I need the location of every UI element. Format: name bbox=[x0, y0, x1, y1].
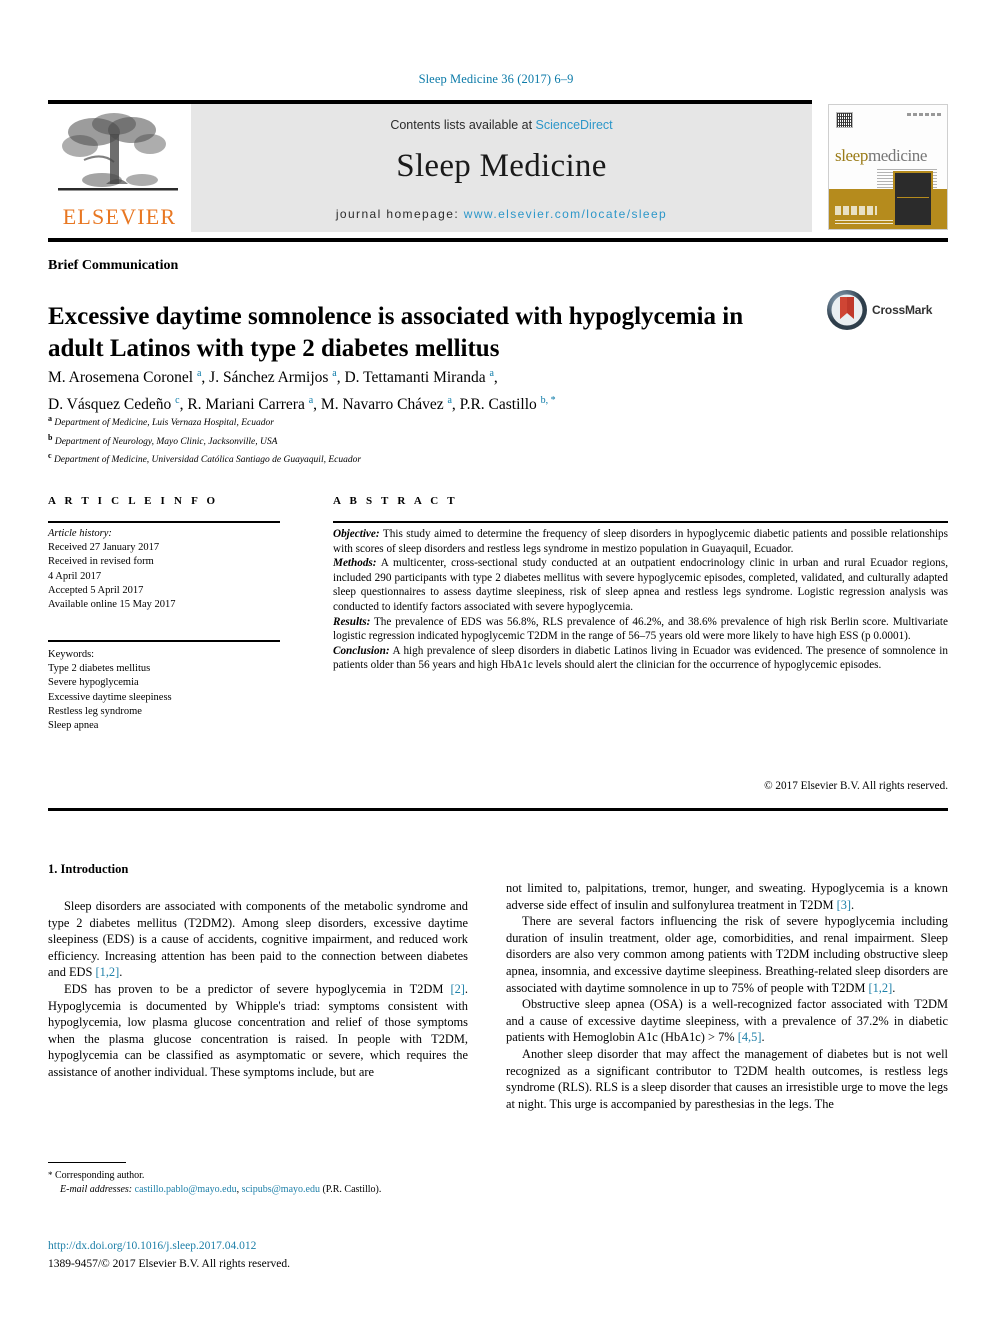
article-history: Article history: Received 27 January 201… bbox=[48, 527, 288, 612]
masthead-bottom-rule bbox=[48, 238, 948, 242]
author-list: M. Arosemena Coronel a, J. Sánchez Armij… bbox=[48, 368, 556, 414]
cover-title: sleepmedicine bbox=[835, 146, 927, 166]
cover-issue-text bbox=[907, 113, 941, 116]
abstract-bottom-rule bbox=[48, 808, 948, 811]
abstract-section: Objective: This study aimed to determine… bbox=[333, 528, 948, 555]
running-head: Sleep Medicine 36 (2017) 6–9 bbox=[418, 72, 574, 86]
article-info-heading: A R T I C L E I N F O bbox=[48, 495, 219, 507]
email-link-2[interactable]: scipubs@mayo.edu bbox=[242, 1184, 320, 1195]
body-paragraph: not limited to, palpitations, tremor, hu… bbox=[506, 881, 948, 912]
article-type-label: Brief Communication bbox=[48, 258, 179, 273]
journal-homepage-line: journal homepage: www.elsevier.com/locat… bbox=[336, 207, 667, 221]
affiliation-mark: b bbox=[48, 432, 53, 442]
body-paragraph: Another sleep disorder that may affect t… bbox=[506, 1046, 948, 1111]
elsevier-logo: ELSEVIER bbox=[48, 104, 191, 232]
keyword-item: Sleep apnea bbox=[48, 720, 99, 732]
corresponding-marker: * bbox=[48, 1170, 53, 1180]
body-column-right: not limited to, palpitations, tremor, hu… bbox=[506, 880, 948, 1112]
homepage-label: journal homepage: bbox=[335, 206, 464, 221]
journal-cover-thumbnail: sleepmedicine bbox=[828, 104, 948, 230]
article-history-item: 4 April 2017 bbox=[48, 570, 102, 582]
abstract-rule bbox=[333, 521, 948, 523]
contents-available-line: Contents lists available at ScienceDirec… bbox=[390, 118, 612, 132]
email-link-1[interactable]: castillo.pablo@mayo.edu bbox=[135, 1184, 237, 1195]
article-history-item: Received 27 January 2017 bbox=[48, 542, 160, 554]
abstract-section-label: Methods: bbox=[333, 557, 377, 570]
abstract-copyright: © 2017 Elsevier B.V. All rights reserved… bbox=[764, 780, 948, 792]
email-label: E-mail addresses: bbox=[60, 1184, 133, 1195]
affiliation-item: c Department of Medicine, Universidad Ca… bbox=[48, 451, 362, 466]
cover-society-logo bbox=[835, 206, 877, 215]
affiliation-item: a Department of Medicine, Luis Vernaza H… bbox=[48, 414, 274, 429]
cover-qr-icon bbox=[836, 112, 853, 128]
cover-title-part1: sleep bbox=[835, 146, 868, 165]
abstract-section-label: Results: bbox=[333, 615, 371, 628]
homepage-url-link[interactable]: www.elsevier.com/locate/sleep bbox=[464, 207, 667, 221]
journal-title: Sleep Medicine bbox=[396, 147, 607, 184]
body-paragraph: Obstructive sleep apnea (OSA) is a well-… bbox=[506, 997, 948, 1045]
crossmark-icon bbox=[827, 290, 867, 330]
elsevier-wordmark: ELSEVIER bbox=[62, 204, 177, 229]
journal-masthead: ELSEVIER Contents lists available at Sci… bbox=[48, 100, 812, 232]
affiliation-mark: c bbox=[48, 451, 52, 461]
abstract-heading: A B S T R A C T bbox=[333, 495, 458, 507]
contents-prefix: Contents lists available at bbox=[390, 117, 536, 132]
body-paragraph: Sleep disorders are associated with comp… bbox=[48, 899, 468, 980]
keywords-items: Type 2 diabetes mellitus Severe hypoglyce… bbox=[48, 662, 288, 733]
journal-homepage-panel: Contents lists available at ScienceDirec… bbox=[191, 104, 812, 232]
sciencedirect-link[interactable]: ScienceDirect bbox=[536, 118, 613, 132]
affiliation-item: b Department of Neurology, Mayo Clinic, … bbox=[48, 432, 278, 447]
page-title: Excessive daytime somnolence is associat… bbox=[48, 302, 744, 362]
article-history-item: Received in revised form bbox=[48, 556, 154, 568]
abstract-section: Results: The prevalence of EDS was 56.8%… bbox=[333, 615, 948, 643]
article-history-item: Available online 15 May 2017 bbox=[48, 599, 176, 611]
abstract-section: Methods: A multicenter, cross-sectional … bbox=[333, 557, 948, 613]
abstract-section: Conclusion: A high prevalence of sleep d… bbox=[333, 644, 948, 672]
article-history-item: Accepted 5 April 2017 bbox=[48, 584, 144, 596]
affiliation-mark: a bbox=[48, 414, 52, 423]
keyword-item: Restless leg syndrome bbox=[48, 705, 142, 717]
section-heading-introduction: 1. Introduction bbox=[48, 862, 129, 876]
abstract-section-label: Conclusion: bbox=[333, 644, 390, 657]
crossmark-badge[interactable]: CrossMark bbox=[826, 288, 944, 332]
issn-copyright-line: 1389-9457/© 2017 Elsevier B.V. All right… bbox=[48, 1258, 291, 1270]
affiliation-list: a Department of Medicine, Luis Vernaza H… bbox=[48, 412, 688, 468]
keyword-item: Type 2 diabetes mellitus bbox=[48, 663, 151, 675]
footnote-rule bbox=[48, 1162, 126, 1163]
footnote-block: * Corresponding author. E-mail addresses… bbox=[48, 1168, 478, 1197]
elsevier-tree-icon bbox=[54, 110, 184, 200]
email-suffix: (P.R. Castillo). bbox=[319, 1184, 382, 1195]
keyword-item: Severe hypoglycemia bbox=[48, 677, 139, 689]
corresponding-author-label: Corresponding author. bbox=[55, 1170, 145, 1181]
body-paragraph: EDS has proven to be a predictor of seve… bbox=[48, 981, 468, 1079]
keywords-rule bbox=[48, 640, 280, 642]
cover-title-part2: medicine bbox=[867, 146, 928, 165]
body-column-left: Sleep disorders are associated with comp… bbox=[48, 898, 468, 1081]
abstract-section-label: Objective: bbox=[333, 528, 380, 540]
keyword-item: Excessive daytime sleepiness bbox=[48, 691, 172, 703]
keywords-block: Keywords: Type 2 diabetes mellitus Severe… bbox=[48, 648, 288, 733]
abstract-body: Objective: This study aimed to determine… bbox=[333, 527, 948, 673]
crossmark-label: CrossMark bbox=[872, 303, 933, 317]
cover-photos bbox=[893, 171, 933, 227]
email-line: E-mail addresses: castillo.pablo@mayo.ed… bbox=[48, 1183, 478, 1197]
corresponding-author-line: * Corresponding author. bbox=[48, 1168, 478, 1183]
body-paragraph: There are several factors influencing th… bbox=[506, 914, 948, 995]
article-page: Sleep Medicine 36 (2017) 6–9 ELSEVIER Co… bbox=[0, 0, 992, 1323]
article-history-items: Received 27 January 2017 Received in revi… bbox=[48, 541, 288, 612]
keywords-label: Keywords: bbox=[48, 649, 95, 660]
doi-link[interactable]: http://dx.doi.org/10.1016/j.sleep.2017.0… bbox=[48, 1240, 256, 1252]
article-history-label: Article history: bbox=[48, 528, 112, 539]
article-info-rule bbox=[48, 521, 280, 523]
